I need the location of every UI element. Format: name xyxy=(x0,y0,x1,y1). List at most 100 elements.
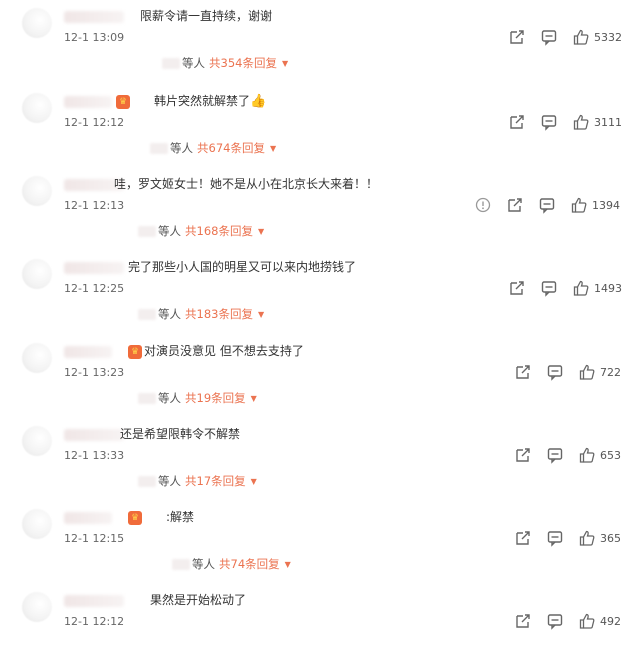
view-replies-link[interactable]: 等人 共17条回复 ▼ xyxy=(138,473,257,489)
comment-text-content: 限薪令请一直持续，谢谢 xyxy=(140,9,273,23)
avatar[interactable] xyxy=(22,259,52,289)
view-replies-link[interactable]: 等人 共74条回复 ▼ xyxy=(172,556,291,572)
like-count: 1394 xyxy=(592,198,620,212)
share-icon[interactable] xyxy=(514,529,532,547)
reply-users-blurred xyxy=(162,57,180,69)
reply-users-label: 等人 xyxy=(182,56,205,70)
comment-actions: 492 xyxy=(514,612,621,630)
avatar[interactable] xyxy=(22,343,52,373)
chevron-down-icon[interactable]: ▼ xyxy=(258,310,264,319)
view-replies-link[interactable]: 等人 共168条回复 ▼ xyxy=(138,223,264,239)
reply-count[interactable]: 共17条回复 xyxy=(185,473,246,489)
vip-badge-icon: ♛ xyxy=(116,95,131,109)
thumbs-up-icon[interactable] xyxy=(570,196,588,214)
like-count: 722 xyxy=(600,365,621,379)
thumbs-up-icon[interactable] xyxy=(578,363,596,381)
comment-text-content: 还是希望限韩令不解禁 xyxy=(120,427,241,441)
comment-icon[interactable] xyxy=(538,196,556,214)
like-count: 492 xyxy=(600,614,621,628)
reply-users-blurred xyxy=(138,308,156,320)
reply-count[interactable]: 共168条回复 xyxy=(185,223,253,239)
username-blurred[interactable] xyxy=(64,346,112,358)
comment-actions: 722 xyxy=(514,363,621,381)
vip-badge-icon: ♛ xyxy=(128,511,143,525)
thumbs-up-icon[interactable] xyxy=(578,529,596,547)
comment-icon[interactable] xyxy=(546,446,564,464)
reply-users-label: 等人 xyxy=(170,141,193,155)
comment-actions: 653 xyxy=(514,446,621,464)
username-blurred[interactable] xyxy=(64,429,124,441)
chevron-down-icon[interactable]: ▼ xyxy=(251,477,257,486)
comment-text: 还是希望限韩令不解禁 xyxy=(120,426,240,442)
view-replies-link[interactable]: 等人 共183条回复 ▼ xyxy=(138,306,264,322)
view-replies-link[interactable]: 等人 共674条回复 ▼ xyxy=(150,140,276,156)
like-count: 5332 xyxy=(594,30,622,44)
share-icon[interactable] xyxy=(514,446,532,464)
view-replies-link[interactable]: 等人 共19条回复 ▼ xyxy=(138,390,257,406)
comment-actions: 1394 xyxy=(474,196,620,214)
view-replies-link[interactable]: 等人 共354条回复 ▼ xyxy=(162,55,288,71)
share-icon[interactable] xyxy=(514,612,532,630)
comment-text-content: 对演员没意见 但不想去支持了 xyxy=(144,344,304,358)
avatar[interactable] xyxy=(22,8,52,38)
avatar[interactable] xyxy=(22,93,52,123)
comment-icon[interactable] xyxy=(546,363,564,381)
reply-users-blurred xyxy=(172,558,190,570)
chevron-down-icon[interactable]: ▼ xyxy=(270,144,276,153)
share-icon[interactable] xyxy=(508,113,526,131)
username-blurred[interactable] xyxy=(64,11,124,23)
comment-text: 对演员没意见 但不想去支持了 xyxy=(144,343,304,359)
reply-count[interactable]: 共183条回复 xyxy=(185,306,253,322)
reply-count[interactable]: 共674条回复 xyxy=(197,140,265,156)
comment-icon[interactable] xyxy=(540,279,558,297)
chevron-down-icon[interactable]: ▼ xyxy=(251,394,257,403)
comment-timestamp: 12-1 13:09 xyxy=(64,31,125,44)
reply-count[interactable]: 共74条回复 xyxy=(219,556,280,572)
comment-icon[interactable] xyxy=(540,113,558,131)
username-blurred[interactable] xyxy=(64,96,112,108)
chevron-down-icon[interactable]: ▼ xyxy=(282,59,288,68)
comment-actions: 5332 xyxy=(508,28,622,46)
chevron-down-icon[interactable]: ▼ xyxy=(258,227,264,236)
reply-users-label: 等人 xyxy=(192,557,215,571)
warning-icon[interactable] xyxy=(474,196,492,214)
comment-timestamp: 12-1 13:33 xyxy=(64,449,125,462)
reply-users-blurred xyxy=(138,392,156,404)
thumbs-up-icon[interactable] xyxy=(572,279,590,297)
share-icon[interactable] xyxy=(508,279,526,297)
comment-icon[interactable] xyxy=(540,28,558,46)
comment-timestamp: 12-1 12:15 xyxy=(64,532,125,545)
comment-item: 限薪令请一直持续，谢谢 12-1 13:09 5332 等人 共354条回复 ▼ xyxy=(0,8,638,88)
reply-count[interactable]: 共19条回复 xyxy=(185,390,246,406)
comment-timestamp: 12-1 12:25 xyxy=(64,282,125,295)
comment-icon[interactable] xyxy=(546,529,564,547)
username-blurred[interactable] xyxy=(64,512,112,524)
thumbs-up-icon[interactable] xyxy=(572,113,590,131)
reply-users-blurred xyxy=(138,475,156,487)
comment-text: 韩片突然就解禁了👍 xyxy=(154,93,266,110)
comment-text-content: :解禁 xyxy=(166,510,195,524)
share-icon[interactable] xyxy=(506,196,524,214)
chevron-down-icon[interactable]: ▼ xyxy=(285,560,291,569)
thumbs-up-emoji-icon: 👍 xyxy=(250,94,267,109)
avatar[interactable] xyxy=(22,426,52,456)
like-count: 1493 xyxy=(594,281,622,295)
reply-count[interactable]: 共354条回复 xyxy=(209,55,277,71)
comment-item: ♛ :解禁 12-1 12:15 365 等人 共74条回复 ▼ xyxy=(0,509,638,589)
thumbs-up-icon[interactable] xyxy=(572,28,590,46)
username-blurred[interactable] xyxy=(64,262,124,274)
share-icon[interactable] xyxy=(514,363,532,381)
comment-text: :解禁 xyxy=(166,509,194,525)
comment-text-content: 果然是开始松动了 xyxy=(150,593,247,607)
like-count: 365 xyxy=(600,531,621,545)
comment-timestamp: 12-1 13:23 xyxy=(64,366,125,379)
thumbs-up-icon[interactable] xyxy=(578,446,596,464)
comment-item: 果然是开始松动了 12-1 12:12 492 xyxy=(0,592,638,672)
thumbs-up-icon[interactable] xyxy=(578,612,596,630)
share-icon[interactable] xyxy=(508,28,526,46)
avatar[interactable] xyxy=(22,509,52,539)
username-blurred[interactable] xyxy=(64,595,124,607)
comment-icon[interactable] xyxy=(546,612,564,630)
avatar[interactable] xyxy=(22,592,52,622)
avatar[interactable] xyxy=(22,176,52,206)
